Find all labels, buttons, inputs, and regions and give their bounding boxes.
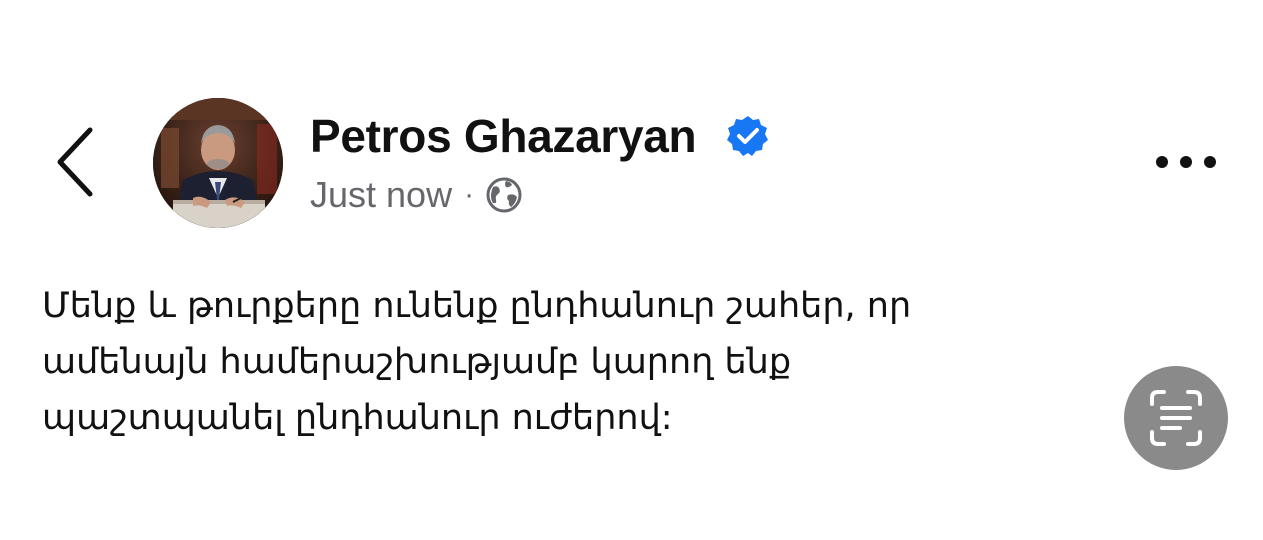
meta-separator: · xyxy=(464,178,475,211)
post-meta: Just now · xyxy=(310,172,524,218)
more-options-button[interactable] xyxy=(1148,140,1224,184)
verified-badge-icon xyxy=(727,116,768,156)
post-text: Մենք և թուրքերը ունենք ընդհանուր շահեր, … xyxy=(42,278,1122,446)
author-name[interactable]: Petros Ghazaryan xyxy=(310,110,697,162)
back-button[interactable] xyxy=(52,124,102,200)
post-text-line: ամենայն համերաշխությամբ կարող ենք xyxy=(42,342,792,382)
text-scan-icon xyxy=(1150,390,1202,446)
chevron-left-icon xyxy=(57,127,93,197)
post-text-line: Մենք և թուրքերը ունենք ընդհանուր շահեր, … xyxy=(42,286,912,326)
live-text-scan-button[interactable] xyxy=(1124,366,1228,470)
profile-photo xyxy=(153,98,283,228)
avatar[interactable] xyxy=(153,98,283,228)
globe-icon xyxy=(486,177,522,213)
post-view: Petros Ghazaryan Just now · Մենք և թուրք… xyxy=(0,0,1263,540)
post-text-line: պաշտպանել ընդհանուր ուժերով: xyxy=(42,398,673,438)
timestamp[interactable]: Just now xyxy=(310,172,452,218)
more-horizontal-icon xyxy=(1156,156,1216,168)
